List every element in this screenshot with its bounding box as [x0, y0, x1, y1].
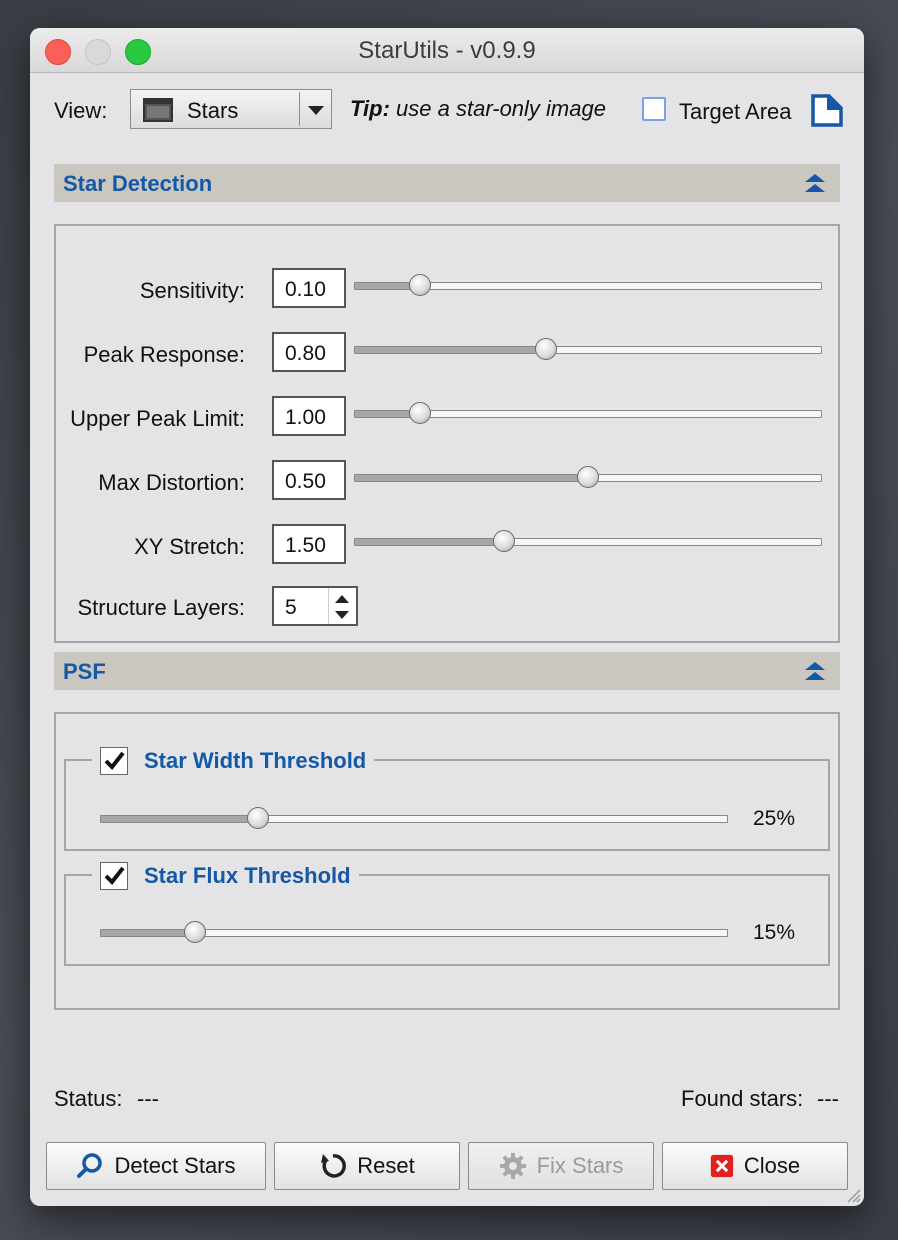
slider-fill [355, 539, 505, 545]
view-dropdown-value: Stars [187, 98, 239, 123]
starutils-window: StarUtils - v0.9.9 View: Stars Tip: use … [30, 28, 864, 1206]
param-value-input[interactable]: 0.10 [272, 268, 346, 308]
window-title: StarUtils - v0.9.9 [358, 37, 536, 64]
tip-text: Tip: use a star-only image [350, 96, 606, 122]
slider-fill [355, 347, 547, 353]
window-view-icon [143, 98, 173, 122]
slider-thumb[interactable] [493, 530, 516, 552]
param-slider[interactable] [354, 466, 822, 488]
fix-stars-label: Fix Stars [536, 1153, 624, 1178]
slider-fill [101, 930, 195, 936]
param-label: Peak Response: [83, 342, 245, 367]
close-button[interactable]: Close [662, 1142, 848, 1190]
psf-title: PSF [63, 659, 106, 684]
structure-layers-label: Structure Layers: [77, 595, 245, 620]
param-value-input[interactable]: 0.50 [272, 460, 346, 500]
slider-fill [101, 816, 258, 822]
spin-up-icon[interactable] [332, 592, 352, 606]
reset-label: Reset [357, 1153, 415, 1178]
structure-layers-value: 5 [285, 596, 297, 619]
new-document-icon[interactable] [810, 94, 844, 128]
param-slider[interactable] [354, 530, 822, 552]
target-area-checkbox[interactable] [642, 97, 666, 121]
view-label: View: [54, 98, 108, 123]
checkmark-icon [104, 751, 125, 771]
star-detection-header[interactable]: Star Detection [54, 164, 840, 202]
checkmark-icon [104, 866, 125, 886]
star-flux-threshold-title: Star Flux Threshold [144, 863, 351, 888]
star-width-threshold-title: Star Width Threshold [144, 748, 367, 773]
star-detection-title: Star Detection [63, 171, 213, 196]
gear-icon [499, 1153, 526, 1179]
psf-header[interactable]: PSF [54, 652, 840, 690]
param-value-input[interactable]: 1.00 [272, 396, 346, 436]
star-width-threshold-checkbox[interactable] [100, 747, 128, 775]
param-label: Max Distortion: [98, 470, 245, 495]
found-stars-value: --- [817, 1086, 839, 1111]
fix-stars-button[interactable]: Fix Stars [468, 1142, 654, 1190]
reset-icon [321, 1154, 347, 1178]
tip-message: use a star-only image [389, 96, 606, 121]
slider-thumb[interactable] [535, 338, 558, 360]
slider-thumb[interactable] [183, 921, 206, 943]
param-value-input[interactable]: 0.80 [272, 332, 346, 372]
star-width-threshold-value: 25% [753, 807, 796, 830]
slider-fill [355, 475, 588, 481]
dropdown-separator [299, 92, 300, 126]
status-label: Status: [54, 1086, 123, 1111]
search-icon [77, 1153, 103, 1178]
collapse-icon[interactable] [804, 173, 826, 193]
detect-stars-label: Detect Stars [114, 1153, 236, 1178]
view-dropdown[interactable]: Stars [130, 89, 332, 129]
star-width-threshold-legend: Star Width Threshold [92, 746, 375, 776]
param-slider[interactable] [354, 402, 822, 424]
star-flux-threshold-value: 15% [753, 921, 796, 944]
star-flux-threshold-slider[interactable] [100, 921, 728, 943]
spinbox-divider [328, 588, 329, 624]
target-area-label: Target Area [679, 99, 792, 124]
spin-down-icon[interactable] [332, 608, 352, 622]
title-bar: StarUtils - v0.9.9 [30, 28, 864, 73]
param-label: XY Stretch: [134, 534, 245, 559]
param-slider[interactable] [354, 338, 822, 360]
param-label: Upper Peak Limit: [70, 406, 245, 431]
tip-prefix: Tip: [350, 96, 390, 121]
param-value-input[interactable]: 1.50 [272, 524, 346, 564]
param-label: Sensitivity: [139, 278, 245, 303]
status-value: --- [137, 1086, 159, 1111]
close-label: Close [743, 1153, 801, 1178]
found-stars-label: Found stars: [681, 1086, 804, 1111]
param-slider[interactable] [354, 274, 822, 296]
slider-thumb[interactable] [246, 807, 269, 829]
star-flux-threshold-checkbox[interactable] [100, 862, 128, 890]
structure-layers-spinbox[interactable]: 5 [272, 586, 358, 626]
detect-stars-button[interactable]: Detect Stars [46, 1142, 266, 1190]
star-width-threshold-slider[interactable] [100, 807, 728, 829]
chevron-down-icon [308, 106, 324, 115]
reset-button[interactable]: Reset [274, 1142, 460, 1190]
star-flux-threshold-legend: Star Flux Threshold [92, 861, 359, 891]
slider-thumb[interactable] [577, 466, 599, 488]
resize-grip-icon[interactable] [842, 1186, 862, 1204]
close-icon [710, 1154, 734, 1178]
collapse-icon[interactable] [804, 661, 826, 681]
